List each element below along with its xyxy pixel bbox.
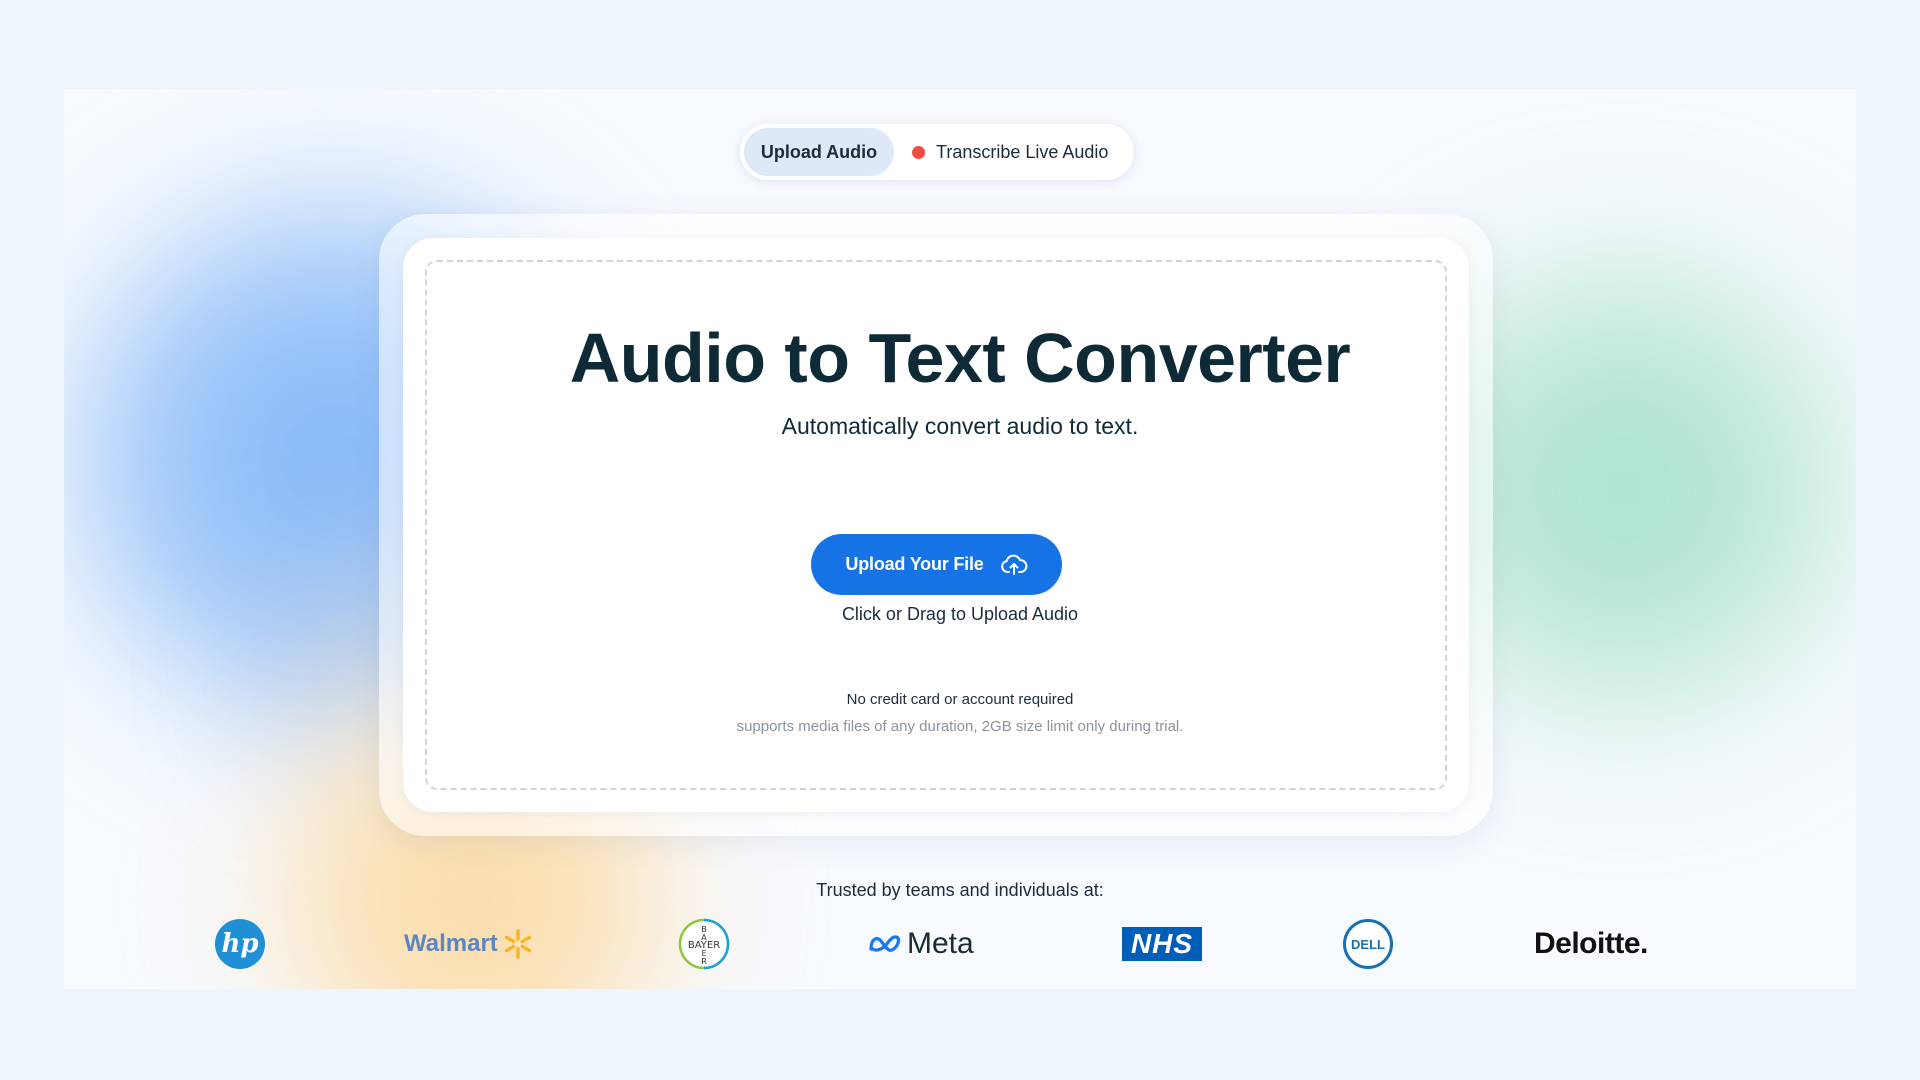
tab-upload-audio[interactable]: Upload Audio — [744, 128, 894, 176]
hp-logo: hp — [214, 918, 266, 970]
upload-file-button[interactable]: Upload Your File — [811, 534, 1062, 595]
page-title: Audio to Text Converter — [569, 319, 1351, 397]
walmart-logo: Walmart — [404, 918, 534, 970]
meta-logo: Meta — [868, 918, 974, 970]
page-subtitle: Automatically convert audio to text. — [781, 413, 1139, 439]
svg-text:A: A — [701, 933, 707, 942]
svg-text:R: R — [701, 957, 707, 966]
deloitte-logo: Deloitte. — [1534, 927, 1648, 960]
dell-logo: DELL — [1342, 918, 1394, 970]
svg-text:hp: hp — [221, 929, 258, 959]
trusted-by-label: Trusted by teams and individuals at: — [816, 880, 1104, 900]
mode-toggle: Upload Audio Transcribe Live Audio — [740, 124, 1134, 180]
tab-transcribe-live-label: Transcribe Live Audio — [936, 141, 1109, 162]
bayer-logo: BAYER B A E R — [678, 918, 730, 970]
upload-file-button-label: Upload Your File — [845, 554, 984, 574]
no-credit-card-note: No credit card or account required — [846, 691, 1074, 708]
tab-transcribe-live-audio[interactable]: Transcribe Live Audio — [894, 128, 1108, 176]
svg-text:DELL: DELL — [1351, 937, 1385, 952]
upload-hint: Click or Drag to Upload Audio — [841, 604, 1079, 624]
cloud-upload-icon — [1000, 554, 1027, 575]
file-limit-note: supports media files of any duration, 2G… — [736, 718, 1184, 735]
nhs-logo: NHS — [1122, 918, 1202, 970]
record-dot-icon — [912, 145, 925, 159]
tab-upload-audio-label: Upload Audio — [760, 141, 878, 162]
